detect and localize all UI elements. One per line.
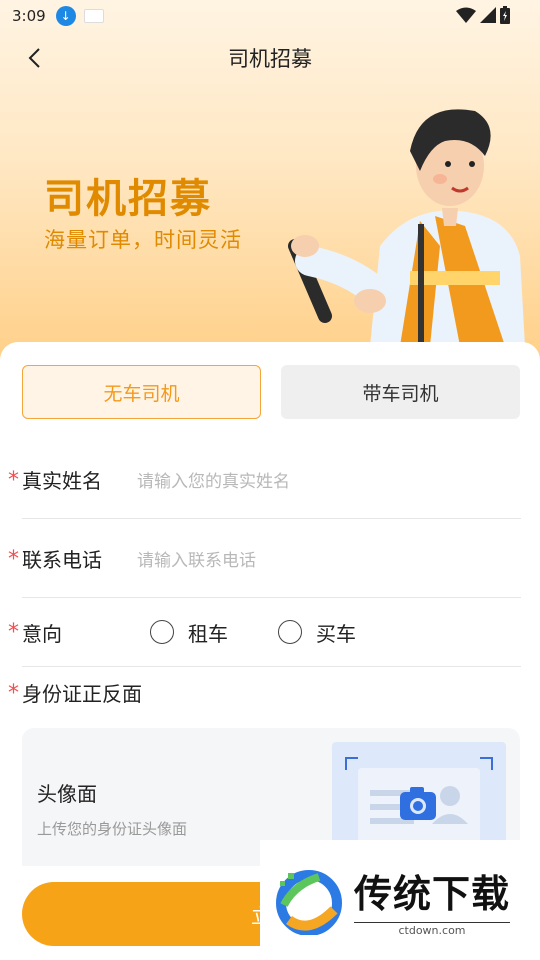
tab-label: 带车司机 [362,382,439,405]
name-row[interactable]: * 真实姓名 请输入您的真实姓名 [8,440,521,519]
driver-illustration [288,109,525,346]
battery-icon [500,6,510,24]
radio-buy[interactable]: 买车 [278,618,356,647]
back-icon [28,48,40,68]
status-time: 3:09 [12,7,46,25]
intent-label: 意向 [22,621,62,646]
id-card-label-text: 身份证正反面 [22,682,142,706]
name-input[interactable]: 请输入您的真实姓名 [137,467,290,492]
watermark-domain: ctdown.com [354,922,511,937]
phone-label: 联系电话 [22,547,102,572]
phone-row[interactable]: * 联系电话 请输入联系电话 [8,519,521,598]
watermark: 传统下载 ctdown.com [260,840,540,960]
id-card-label: * 身份证正反面 [8,678,142,707]
hero-subtitle: 海量订单，时间灵活 [44,228,242,252]
hero-title: 司机招募 [44,176,212,222]
tab-no-car-driver[interactable]: 无车司机 [22,365,261,419]
app-icon [83,9,104,23]
watermark-text: 传统下载 ctdown.com [354,863,511,937]
form-card: 无车司机 带车司机 * 真实姓名 请输入您的真实姓名 * 联系电话 请输入联系电… [0,342,540,888]
id-front-title: 头像面 [37,782,97,806]
radio-label: 租车 [188,621,228,646]
radio-circle[interactable] [278,620,302,644]
status-bar: 3:09 ↓ [0,0,540,32]
intent-row: * 意向 租车 买车 [8,598,521,667]
radio-circle[interactable] [150,620,174,644]
hero-banner: 3:09 ↓ 司机招募 司机招募 海量订单，时间灵活 [0,0,540,370]
required-mark: * [8,620,19,645]
radio-label: 买车 [316,621,356,646]
back-button[interactable] [18,42,50,74]
radio-rent[interactable]: 租车 [150,618,228,647]
signal-icon [480,7,496,23]
id-front-subtitle: 上传您的身份证头像面 [37,820,188,838]
watermark-title: 传统下载 [354,872,511,916]
wifi-icon [456,7,476,23]
watermark-logo-icon [276,870,342,935]
required-mark: * [8,681,19,706]
nav-bar: 司机招募 [0,32,540,84]
tab-label: 无车司机 [103,382,180,405]
name-label: 真实姓名 [22,468,102,493]
page-title: 司机招募 [228,47,312,71]
tab-car-driver[interactable]: 带车司机 [281,365,520,419]
required-mark: * [8,468,19,493]
required-mark: * [8,547,19,572]
download-icon: ↓ [55,6,76,26]
status-icons [456,6,510,24]
phone-input[interactable]: 请输入联系电话 [137,546,256,571]
